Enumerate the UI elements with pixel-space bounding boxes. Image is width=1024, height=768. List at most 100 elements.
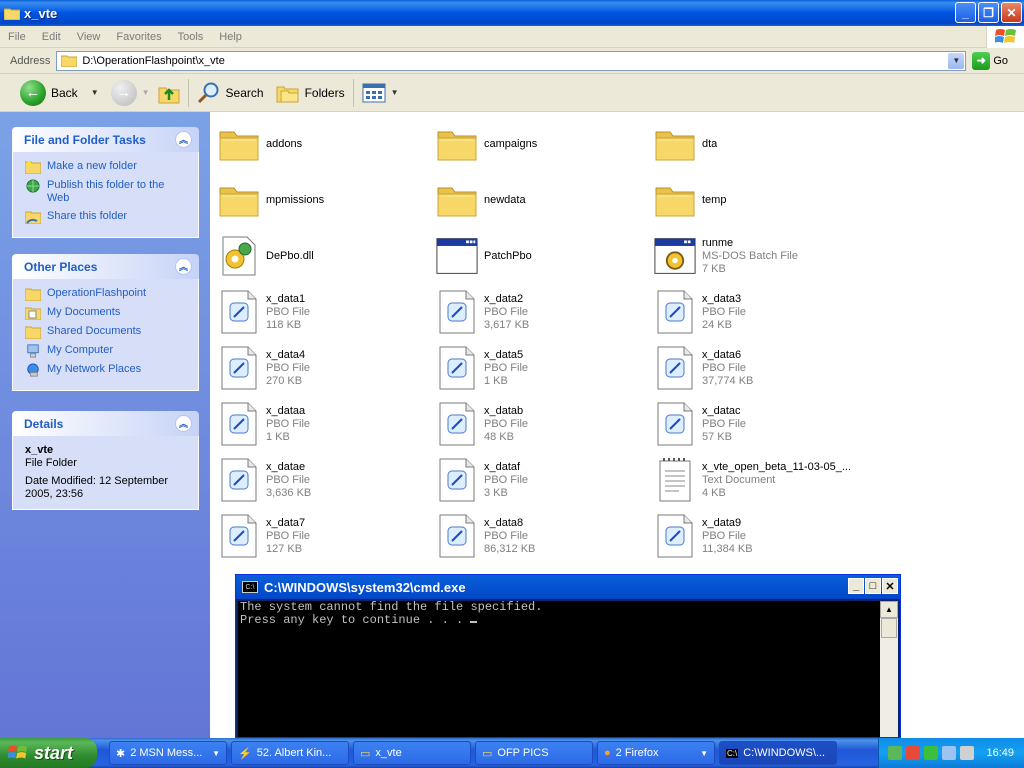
file-item[interactable]: addons <box>218 118 428 170</box>
network-tray-icon[interactable] <box>942 746 957 760</box>
taskbar-button-cmd[interactable]: C:\ C:\WINDOWS\... <box>719 741 837 765</box>
app-tray-icon[interactable] <box>924 746 939 760</box>
address-value: D:\OperationFlashpoint\x_vte <box>82 54 225 67</box>
chevron-down-icon[interactable]: ▼ <box>91 88 99 97</box>
clock[interactable]: 16:49 <box>986 747 1014 759</box>
taskbar-button-msn[interactable]: ✱ 2 MSN Mess... ▼ <box>109 741 227 765</box>
menu-edit[interactable]: Edit <box>34 31 69 43</box>
search-button[interactable]: Search <box>193 77 268 109</box>
minimize-button[interactable]: _ <box>955 2 976 23</box>
file-item[interactable]: dta <box>654 118 864 170</box>
file-item[interactable]: temp <box>654 174 864 226</box>
file-item[interactable]: runme MS-DOS Batch File 7 KB <box>654 230 864 282</box>
file-item[interactable]: x_dataf PBO File 3 KB <box>436 454 646 506</box>
file-item[interactable]: x_vte_open_beta_11-03-05_... Text Documen… <box>654 454 864 506</box>
pbo-file-icon <box>654 402 696 446</box>
taskbar-button-winamp[interactable]: ⚡ 52. Albert Kin... <box>231 741 349 765</box>
up-button[interactable] <box>154 77 184 109</box>
maximize-button[interactable]: ❐ <box>978 2 999 23</box>
cmd-titlebar[interactable]: C:\ C:\WINDOWS\system32\cmd.exe _ □ ✕ <box>236 575 900 599</box>
file-text: x_dataf PBO File 3 KB <box>484 461 528 500</box>
collapse-chevron-icon[interactable]: ︽ <box>175 131 192 148</box>
menu-file[interactable]: File <box>0 31 34 43</box>
file-item[interactable]: x_data2 PBO File 3,617 KB <box>436 286 646 338</box>
file-item[interactable]: x_datae PBO File 3,636 KB <box>218 454 428 506</box>
scroll-thumb[interactable] <box>881 618 897 638</box>
file-text: DePbo.dll <box>266 250 314 263</box>
task-make-new-folder[interactable]: Make a new folder <box>25 160 188 174</box>
collapse-chevron-icon[interactable]: ︽ <box>175 415 192 432</box>
place-my-computer[interactable]: My Computer <box>25 344 188 358</box>
chevron-down-icon[interactable]: ▼ <box>948 52 965 69</box>
taskbar-button-ofp-pics[interactable]: ▭ OFP PICS <box>475 741 593 765</box>
start-button[interactable]: start <box>0 738 97 768</box>
msn-tray-icon[interactable] <box>888 746 903 760</box>
file-item[interactable]: x_datab PBO File 48 KB <box>436 398 646 450</box>
file-item[interactable]: campaigns <box>436 118 646 170</box>
cmd-console[interactable]: The system cannot find the file specifie… <box>238 601 880 737</box>
file-item[interactable]: x_data1 PBO File 118 KB <box>218 286 428 338</box>
panel-header[interactable]: File and Folder Tasks ︽ <box>12 127 199 152</box>
menu-favorites[interactable]: Favorites <box>108 31 169 43</box>
folders-button[interactable]: Folders <box>272 77 349 109</box>
pbo-file-icon <box>218 346 260 390</box>
close-button[interactable]: ✕ <box>1001 2 1022 23</box>
file-item[interactable]: x_datac PBO File 57 KB <box>654 398 864 450</box>
scroll-up-icon[interactable]: ▲ <box>880 601 898 618</box>
back-button[interactable]: ← Back ▼ <box>16 77 103 109</box>
close-button[interactable]: ✕ <box>882 578 898 594</box>
panel-header[interactable]: Other Places ︽ <box>12 254 199 279</box>
file-item[interactable]: DePbo.dll <box>218 230 428 282</box>
window-titlebar[interactable]: x_vte _ ❐ ✕ <box>0 0 1024 26</box>
menu-help[interactable]: Help <box>211 31 250 43</box>
file-size: 3,617 KB <box>484 318 530 331</box>
file-item[interactable]: mpmissions <box>218 174 428 226</box>
forward-button[interactable]: → ▼ <box>107 77 154 109</box>
file-item[interactable]: x_data4 PBO File 270 KB <box>218 342 428 394</box>
taskbar-label: C:\WINDOWS\... <box>743 747 826 759</box>
minimize-button[interactable]: _ <box>848 578 864 594</box>
go-button[interactable]: ➜ Go <box>972 51 1008 70</box>
task-publish-web[interactable]: Publish this folder to the Web <box>25 179 188 205</box>
shared-folder-icon <box>25 211 41 224</box>
folder-icon: ▭ <box>360 747 371 760</box>
pbo-file-icon <box>436 458 478 502</box>
file-name: DePbo.dll <box>266 249 314 262</box>
file-item[interactable]: x_data9 PBO File 11,384 KB <box>654 510 864 562</box>
place-my-documents[interactable]: My Documents <box>25 306 188 320</box>
cmd-scrollbar[interactable]: ▲ <box>880 601 898 737</box>
maximize-button[interactable]: □ <box>865 578 881 594</box>
chevron-down-icon[interactable]: ▼ <box>142 88 150 97</box>
menu-tools[interactable]: Tools <box>170 31 212 43</box>
file-item[interactable]: x_data3 PBO File 24 KB <box>654 286 864 338</box>
address-input[interactable]: D:\OperationFlashpoint\x_vte ▼ <box>56 50 967 71</box>
taskbar-button-x-vte[interactable]: ▭ x_vte <box>353 741 471 765</box>
chevron-down-icon[interactable]: ▼ <box>391 88 399 97</box>
taskbar-button-firefox[interactable]: ● 2 Firefox ▼ <box>597 741 715 765</box>
globe-icon <box>26 179 40 193</box>
antivirus-tray-icon[interactable] <box>906 746 921 760</box>
file-item[interactable]: newdata <box>436 174 646 226</box>
file-item[interactable]: x_dataa PBO File 1 KB <box>218 398 428 450</box>
file-item[interactable]: x_data6 PBO File 37,774 KB <box>654 342 864 394</box>
views-icon <box>362 83 386 102</box>
volume-tray-icon[interactable] <box>960 746 975 760</box>
file-item[interactable]: x_data8 PBO File 86,312 KB <box>436 510 646 562</box>
file-item[interactable]: x_data7 PBO File 127 KB <box>218 510 428 562</box>
task-share-folder[interactable]: Share this folder <box>25 210 188 224</box>
menu-view[interactable]: View <box>69 31 109 43</box>
folder-icon <box>654 178 696 222</box>
place-my-network-places[interactable]: My Network Places <box>25 363 188 377</box>
file-item[interactable]: PatchPbo <box>436 230 646 282</box>
place-shared-documents[interactable]: Shared Documents <box>25 325 188 339</box>
collapse-chevron-icon[interactable]: ︽ <box>175 258 192 275</box>
place-operationflashpoint[interactable]: OperationFlashpoint <box>25 287 188 301</box>
file-item[interactable]: x_data5 PBO File 1 KB <box>436 342 646 394</box>
panel-header[interactable]: Details ︽ <box>12 411 199 436</box>
file-text: x_data7 PBO File 127 KB <box>266 517 310 556</box>
views-button[interactable]: ▼ <box>358 77 403 109</box>
cmd-window[interactable]: C:\ C:\WINDOWS\system32\cmd.exe _ □ ✕ Th… <box>235 574 901 738</box>
cmd-title: C:\WINDOWS\system32\cmd.exe <box>264 579 466 595</box>
file-name: x_data5 <box>484 348 524 361</box>
pbo-file-icon <box>436 290 478 334</box>
